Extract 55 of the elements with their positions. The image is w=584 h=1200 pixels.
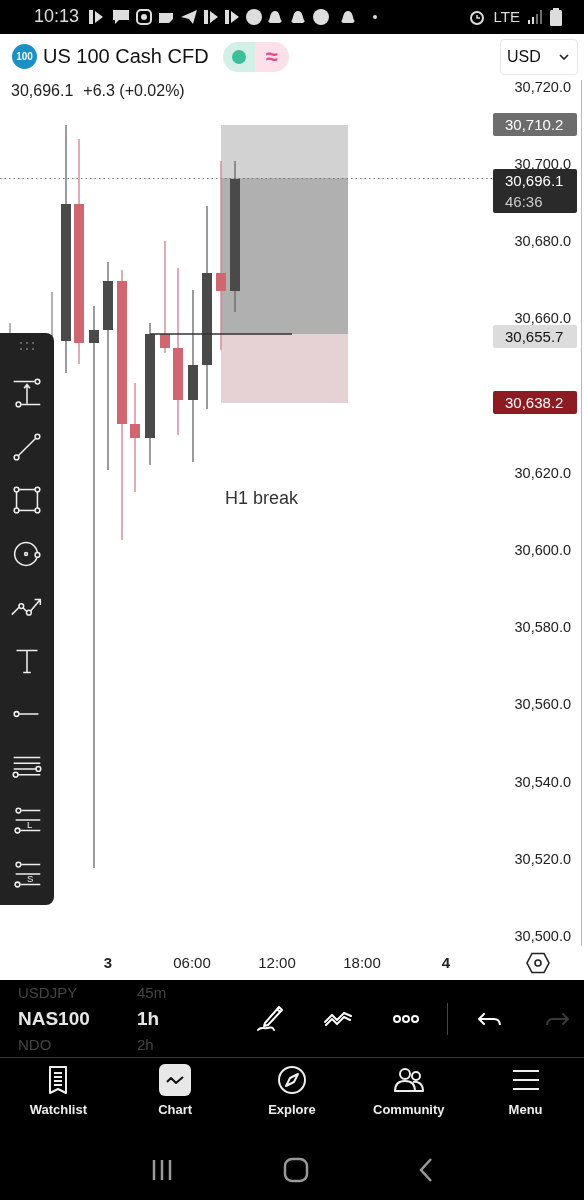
menu-icon <box>511 1070 540 1091</box>
price-axis-label: 30,680.0 <box>514 234 571 249</box>
market-open-icon <box>231 49 246 64</box>
time-axis-label: 3 <box>103 953 113 971</box>
price-axis-label: 30,700.0 <box>514 156 571 171</box>
price-badge: 30,710.2 <box>493 112 577 136</box>
people-icon <box>393 1068 424 1093</box>
price-axis-label: 30,620.0 <box>514 465 571 480</box>
nav-tab[interactable]: Chart <box>116 1058 234 1141</box>
back-icon[interactable] <box>417 1157 434 1184</box>
time-axis-label: 12:00 <box>258 953 296 971</box>
last-price: 30,696.1 <box>11 80 74 101</box>
price-axis-label: 30,500.0 <box>514 928 571 943</box>
time-axis-label: 18:00 <box>343 953 381 971</box>
undo-icon <box>477 1012 501 1025</box>
nav-tab[interactable]: Explore <box>233 1058 351 1141</box>
price-badge: 30,696.1 46:36 <box>493 168 577 213</box>
chart-annotation: H1 break <box>225 487 299 509</box>
pencil-icon <box>256 1005 284 1033</box>
price-change: +6.3 (+0.02%) <box>83 80 185 101</box>
price-badge: 30,638.2 <box>493 390 577 414</box>
home-icon[interactable] <box>283 1157 309 1184</box>
chevron-down-icon <box>559 53 569 60</box>
price-axis-label: 30,600.0 <box>514 542 571 557</box>
drag-handle-icon[interactable] <box>19 340 35 351</box>
nav-tab[interactable]: Watchlist <box>0 1058 117 1141</box>
currency-select[interactable]: USD <box>500 38 578 75</box>
price-badge: 30,655.7 <box>493 324 577 348</box>
settings-icon[interactable] <box>526 951 550 974</box>
network-type: LTE <box>493 8 520 26</box>
drawing-tool-button[interactable]: L <box>0 794 54 849</box>
battery-icon <box>550 7 562 26</box>
more-icon <box>393 1014 419 1023</box>
symbol-picker-row[interactable]: NAS100 1h <box>18 1003 243 1034</box>
signal-icon <box>528 8 542 25</box>
price-axis-label: 30,660.0 <box>514 311 571 326</box>
clock: 10:13 <box>34 6 80 28</box>
price-axis-label: 30,580.0 <box>514 620 571 635</box>
redo-icon <box>545 1012 569 1025</box>
watchlist-icon <box>49 1066 68 1095</box>
price-axis-label: 30,520.0 <box>514 851 571 866</box>
price-axis-label: 30,560.0 <box>514 697 571 712</box>
zigzag-icon <box>324 1011 352 1027</box>
nav-tab[interactable]: Community <box>350 1058 468 1141</box>
compass-icon <box>278 1066 306 1095</box>
time-axis-label: 06:00 <box>173 953 211 971</box>
nav-tab[interactable]: Menu <box>467 1058 584 1141</box>
instrument-title[interactable]: US 100 Cash CFD <box>43 45 209 69</box>
price-axis-label: 30,540.0 <box>514 774 571 789</box>
symbol-logo: 100 <box>12 44 37 70</box>
delayed-mark: ≈ <box>254 41 289 72</box>
chart-icon <box>166 1076 185 1085</box>
time-axis-label: 4 <box>441 953 451 971</box>
drawing-tool-button[interactable]: S <box>0 848 54 902</box>
price-axis-label: 30,720.0 <box>514 79 571 94</box>
